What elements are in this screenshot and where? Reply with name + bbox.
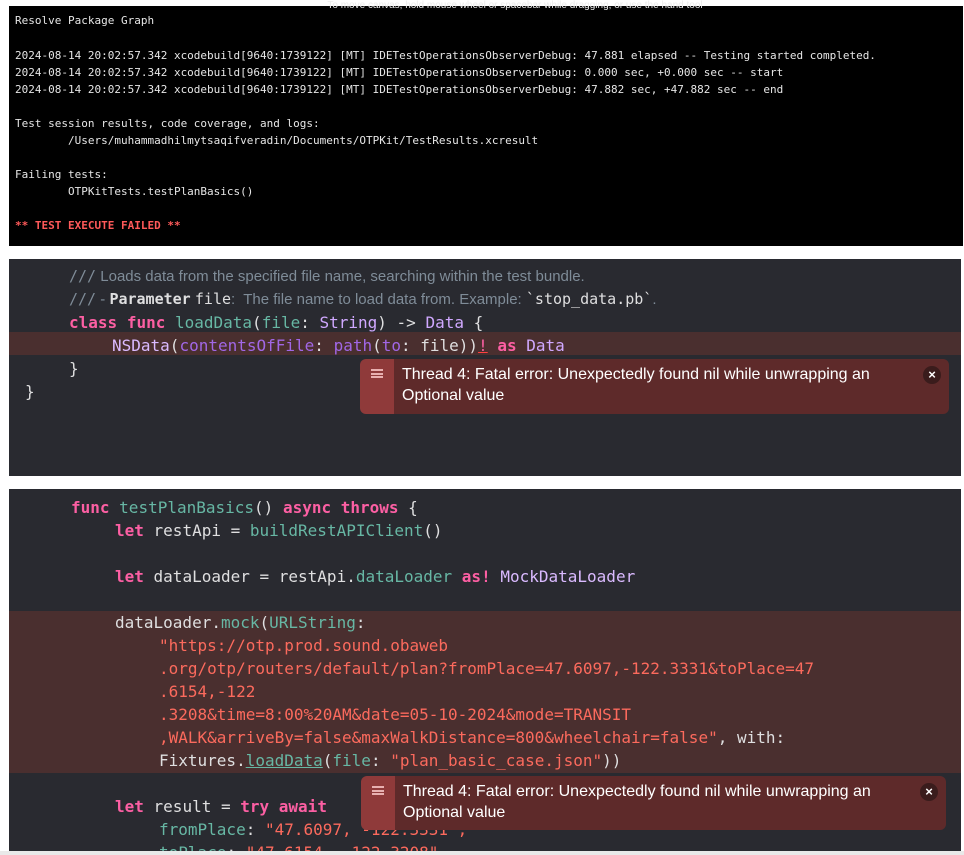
code-editor-testplanbasics[interactable]: func testPlanBasics() async throws { let… [9, 489, 961, 851]
terminal-line: Test session results, code coverage, and… [15, 117, 320, 130]
terminal-line: Failing tests: [15, 168, 108, 181]
terminal-line: 2024-08-14 20:02:57.342 xcodebuild[9640:… [15, 66, 784, 79]
runtime-error-bubble[interactable]: Thread 4: Fatal error: Unexpectedly foun… [361, 776, 946, 830]
code-line: let dataLoader = restApi.dataLoader as! … [115, 567, 636, 586]
code-line: Fixtures.loadData(file: "plan_basic_case… [159, 751, 622, 770]
terminal-line: 2024-08-14 20:02:57.342 xcodebuild[9640:… [15, 83, 784, 96]
doc-comment-line: /// Loads data from the specified file n… [69, 267, 585, 285]
code-line: func testPlanBasics() async throws { [71, 498, 418, 517]
close-icon[interactable]: × [923, 366, 941, 384]
code-line: } [25, 382, 35, 401]
terminal-line: /Users/muhammadhilmytsaqifveradin/Docume… [15, 134, 539, 147]
url-string-line: ,WALK&arriveBy=false&maxWalkDistance=800… [159, 728, 786, 747]
code-editor-loaddata[interactable]: /// Loads data from the specified file n… [9, 259, 961, 476]
code-line: } [69, 359, 79, 378]
code-line-error: NSData(contentsOfFile: path(to: file))! … [112, 336, 565, 355]
runtime-error-bubble[interactable]: Thread 4: Fatal error: Unexpectedly foun… [360, 359, 949, 414]
url-string-line: .3208&time=8:00%20AM&date=05-10-2024&mod… [159, 705, 632, 724]
terminal-line: 2024-08-14 20:02:57.342 xcodebuild[9640:… [15, 49, 876, 62]
terminal-output-panel: Resolve Package Graph 2024-08-14 20:02:5… [9, 6, 963, 246]
code-line: dataLoader.mock(URLString: [115, 613, 366, 632]
doc-comment-line: /// - Parameter file: The file name to l… [69, 290, 657, 308]
error-menu-icon[interactable] [361, 776, 395, 830]
bottom-edge [0, 851, 964, 855]
code-line: class func loadData(file: String) -> Dat… [69, 313, 484, 332]
close-icon[interactable]: × [920, 783, 938, 801]
url-string-line: "https://otp.prod.sound.obaweb [159, 636, 448, 655]
terminal-line: Resolve Package Graph [15, 14, 155, 27]
test-failed-message: ** TEST EXECUTE FAILED ** [15, 219, 181, 232]
error-message: Thread 4: Fatal error: Unexpectedly foun… [403, 783, 871, 821]
force-unwrap-error-marker: ! [478, 336, 488, 355]
url-string-line: .org/otp/routers/default/plan?fromPlace=… [159, 659, 815, 678]
terminal-line: OTPKitTests.testPlanBasics() [15, 185, 254, 198]
code-line: let restApi = buildRestAPIClient() [115, 521, 443, 540]
code-line: let result = try await [115, 797, 327, 816]
url-string-line: .6154,-122 [159, 682, 256, 701]
error-menu-icon[interactable] [360, 359, 394, 414]
code-line: toPlace: "47.6154, -122.3208", [159, 841, 448, 851]
canvas-hint-text: To move canvas, hold mouse wheel or spac… [327, 0, 703, 10]
error-message: Thread 4: Fatal error: Unexpectedly foun… [402, 366, 870, 404]
